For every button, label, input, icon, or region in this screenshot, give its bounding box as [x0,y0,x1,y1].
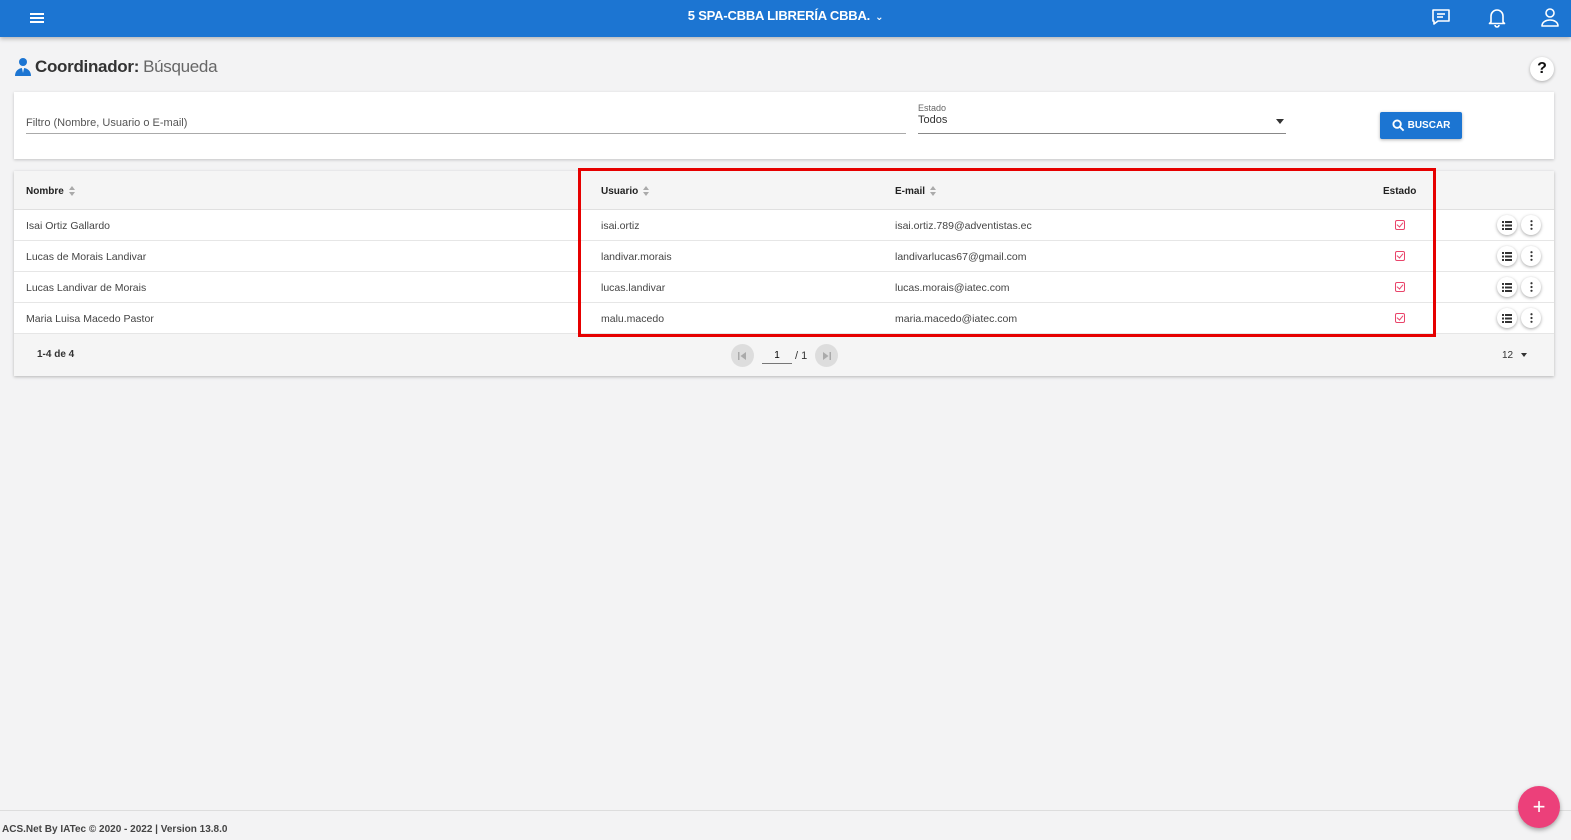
column-estado-label: Estado [1383,186,1417,197]
footer-version: ACS.Net By IATec © 2020 - 2022 | Version… [2,824,228,835]
column-nombre[interactable]: Nombre [26,186,76,197]
sort-icon [68,186,76,197]
list-icon[interactable] [1497,246,1517,266]
more-vert-icon[interactable] [1521,277,1541,297]
column-email-label: E-mail [895,186,926,197]
sort-icon [643,186,650,197]
sort-icon [930,186,937,197]
organization-title: 5 SPA-CBBA LIBRERÍA CBBA. [687,8,871,23]
table-header: Nombre Usuario E-mail Estado [14,171,1554,210]
column-usuario-label: Usuario [601,186,639,197]
cell-nombre: Maria Luisa Macedo Pastor [26,313,154,325]
status-checkbox-icon[interactable] [1395,282,1405,292]
help-button[interactable]: ? [1530,57,1554,81]
cell-nombre: Lucas de Morais Landivar [26,251,147,263]
pagination-range: 1-4 de 4 [37,349,75,360]
top-app-bar: 5 SPA-CBBA LIBRERÍA CBBA. ⌄ [0,0,1571,37]
add-button[interactable]: + [1518,786,1560,828]
table-row[interactable]: Maria Luisa Macedo Pastor malu.macedo ma… [14,303,1554,334]
cell-usuario: landivar.morais [601,251,672,263]
cell-usuario: isai.ortiz [601,220,640,232]
estado-label: Estado [918,103,947,113]
table-row[interactable]: Lucas de Morais Landivar landivar.morais… [14,241,1554,272]
page-footer: ACS.Net By IATec © 2020 - 2022 | Version… [0,810,1571,840]
page-number-input[interactable] [762,347,792,364]
chevron-down-icon: ⌄ [875,12,884,23]
chat-icon[interactable] [1429,5,1453,29]
coordinator-icon [14,57,32,77]
more-vert-icon[interactable] [1521,308,1541,328]
cell-usuario: malu.macedo [601,313,665,325]
more-vert-icon[interactable] [1521,246,1541,266]
cell-usuario: lucas.landivar [601,282,666,294]
more-vert-icon[interactable] [1521,215,1541,235]
status-checkbox-icon[interactable] [1395,251,1405,261]
column-estado: Estado [1383,186,1416,197]
user-icon[interactable] [1538,5,1562,29]
search-button[interactable]: BUSCAR [1380,112,1462,139]
page-title-main: Coordinador: [35,57,140,76]
search-icon [1392,119,1404,132]
bell-icon[interactable] [1485,5,1509,29]
page-total: / 1 [795,350,808,362]
cell-nombre: Isai Ortiz Gallardo [26,220,111,232]
per-page-value: 12 [1502,350,1514,361]
page-title-sub: Búsqueda [143,57,218,76]
column-nombre-label: Nombre [26,186,64,197]
cell-nombre: Lucas Landivar de Morais [26,282,147,294]
organization-selector[interactable]: 5 SPA-CBBA LIBRERÍA CBBA. ⌄ [0,8,1571,23]
column-usuario[interactable]: Usuario [601,186,650,197]
table-row[interactable]: Lucas Landivar de Morais lucas.landivar … [14,272,1554,303]
search-button-label: BUSCAR [1407,120,1451,131]
cell-email: maria.macedo@iatec.com [895,313,1018,325]
filter-panel: Estado Todos BUSCAR [14,92,1554,159]
table-pagination: 1-4 de 4 / 1 12 [14,334,1554,376]
page-title: Coordinador: Búsqueda [14,57,218,77]
status-checkbox-icon[interactable] [1395,313,1405,323]
estado-value: Todos [918,114,948,126]
list-icon[interactable] [1497,215,1517,235]
list-icon[interactable] [1497,308,1517,328]
column-email[interactable]: E-mail [895,186,937,197]
cell-email: lucas.morais@iatec.com [895,282,1010,294]
filter-input[interactable] [26,112,906,134]
dropdown-caret-icon [1521,353,1528,358]
cell-email: landivarlucas67@gmail.com [895,251,1027,263]
cell-email: isai.ortiz.789@adventistas.ec [895,220,1032,232]
results-table: Nombre Usuario E-mail Estado Isai Ortiz … [14,171,1554,376]
estado-select[interactable]: Todos [918,114,1286,134]
status-checkbox-icon[interactable] [1395,220,1405,230]
per-page-select[interactable]: 12 [1502,350,1528,361]
dropdown-caret-icon [1276,119,1284,124]
first-page-icon[interactable] [731,344,754,367]
plus-icon: + [1532,794,1546,819]
table-row[interactable]: Isai Ortiz Gallardo isai.ortiz isai.orti… [14,210,1554,241]
list-icon[interactable] [1497,277,1517,297]
last-page-icon[interactable] [815,344,838,367]
